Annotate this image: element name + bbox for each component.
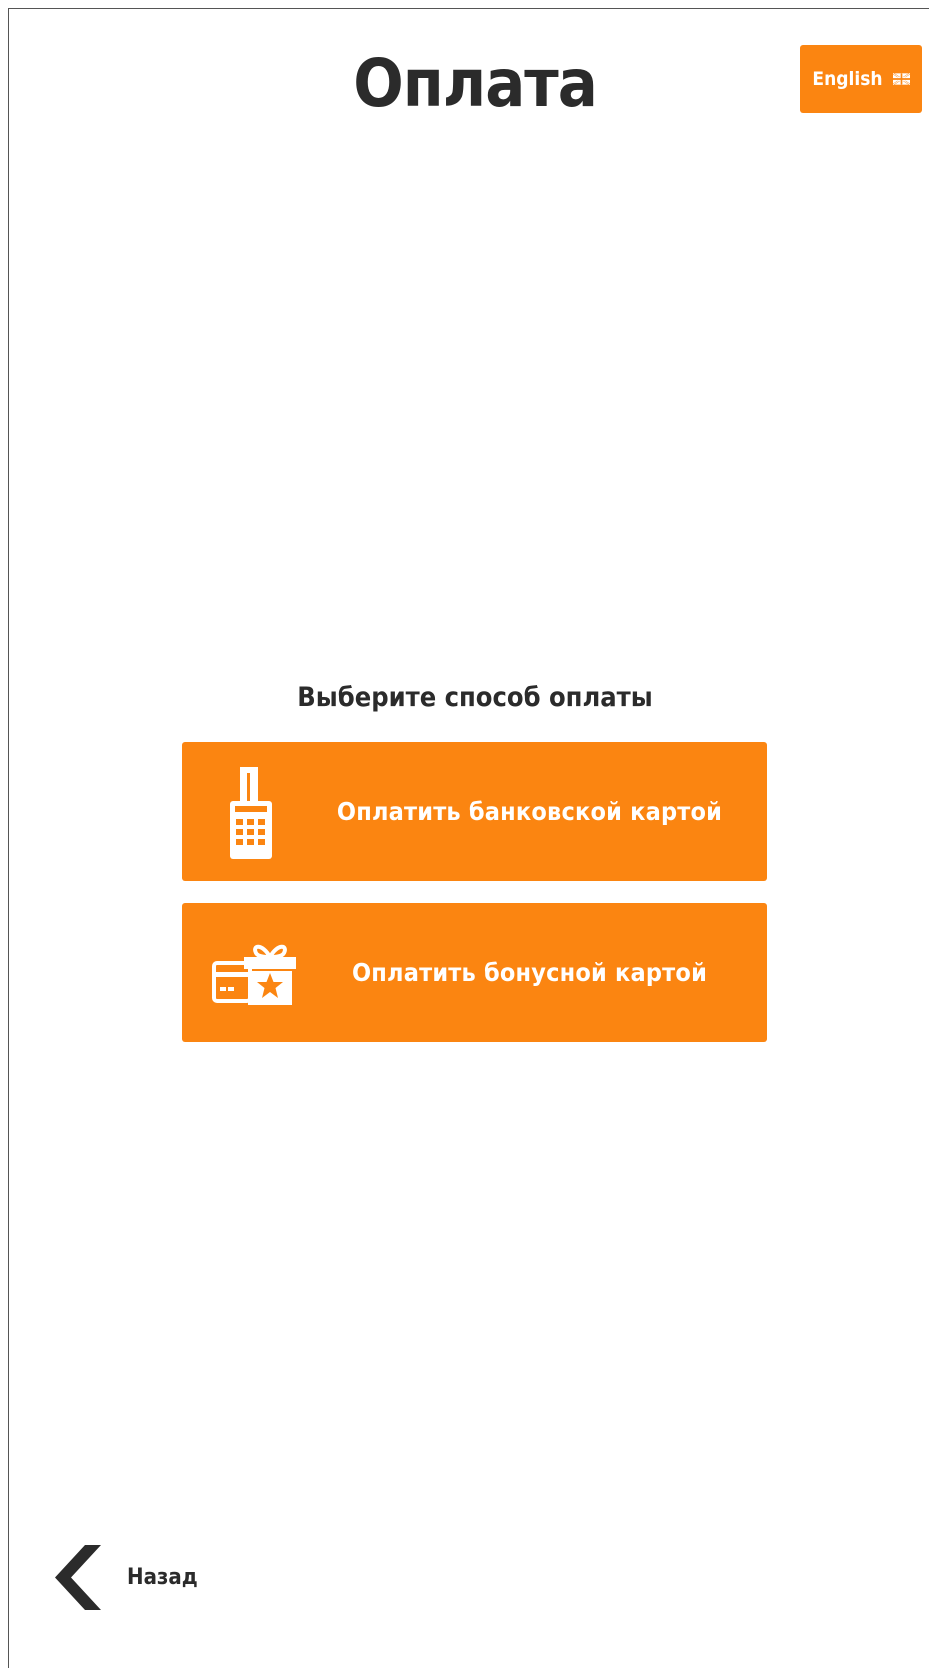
card-terminal-icon	[230, 767, 272, 859]
language-button[interactable]: English	[800, 45, 922, 113]
payment-method-prompt: Выберите способ оплаты	[297, 682, 653, 713]
page-title: Оплата	[353, 45, 598, 122]
back-label: Назад	[127, 1565, 198, 1590]
uk-flag-icon	[892, 73, 910, 85]
pay-bank-card-label: Оплатить банковской картой	[336, 797, 723, 826]
chevron-left-icon	[55, 1545, 101, 1610]
pay-bank-card-button[interactable]: Оплатить банковской картой	[182, 742, 767, 881]
pay-bonus-card-label: Оплатить бонусной картой	[351, 958, 708, 987]
gift-card-icon	[212, 944, 296, 1005]
back-button[interactable]: Назад	[55, 1545, 198, 1610]
language-button-label: English	[812, 68, 883, 90]
pay-bonus-card-button[interactable]: Оплатить бонусной картой	[182, 903, 767, 1042]
